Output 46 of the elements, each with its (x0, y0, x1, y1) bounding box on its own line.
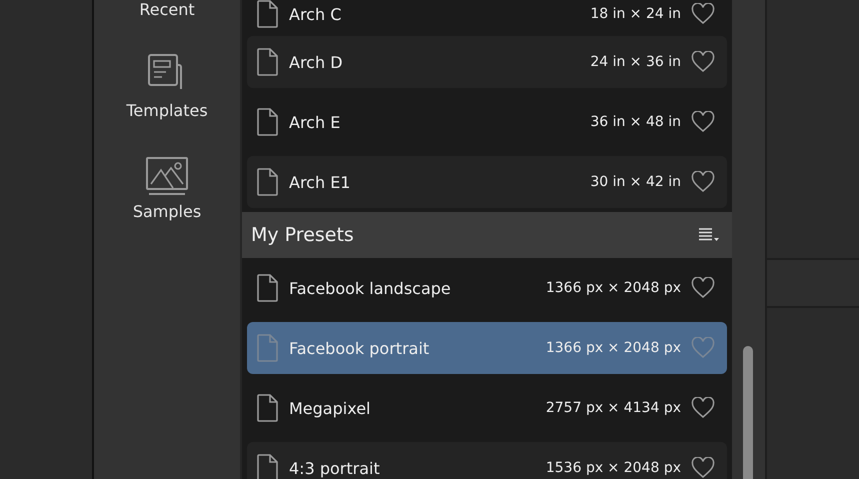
sidebar-item[interactable]: Templates (122, 53, 212, 120)
preset-row[interactable]: Arch C 18 in × 24 in (247, 0, 727, 28)
preset-row[interactable]: Facebook portrait 1366 px × 2048 px (247, 322, 727, 374)
preset-size: 1366 px × 2048 px (546, 280, 681, 296)
heart-icon[interactable] (691, 277, 715, 299)
heart-icon[interactable] (691, 111, 715, 133)
document-icon (257, 394, 279, 422)
preset-row[interactable]: Megapixel 2757 px × 4134 px (247, 382, 727, 434)
document-icon (257, 0, 279, 28)
preset-name: Facebook landscape (289, 278, 452, 298)
document-icon (257, 108, 279, 136)
heart-icon[interactable] (691, 51, 715, 73)
section-title: My Presets (251, 224, 354, 246)
document-icon (257, 168, 279, 196)
heart-icon[interactable] (691, 171, 715, 193)
preset-size: 18 in × 24 in (590, 6, 681, 22)
sidebar-item[interactable]: Samples (128, 156, 206, 221)
preset-size: 36 in × 48 in (590, 114, 681, 130)
preset-name: Arch D (289, 52, 344, 72)
preset-size: 1366 px × 2048 px (546, 340, 681, 356)
preset-name: 4:3 portrait (289, 458, 381, 478)
preset-size: 24 in × 36 in (590, 54, 681, 70)
image-icon (144, 156, 189, 196)
document-icon (257, 334, 279, 362)
preset-row[interactable]: Facebook landscape 1366 px × 2048 px (247, 262, 727, 314)
sidebar-item[interactable]: Recent (135, 0, 199, 19)
preset-row[interactable]: 4:3 portrait 1536 px × 2048 px (247, 442, 727, 479)
preset-name: Facebook portrait (289, 338, 430, 358)
preset-row[interactable]: Arch D 24 in × 36 in (247, 36, 727, 88)
heart-icon[interactable] (691, 3, 715, 25)
heart-icon[interactable] (691, 457, 715, 479)
preset-name: Megapixel (289, 398, 372, 418)
preset-row[interactable]: Arch E1 30 in × 42 in (247, 156, 727, 208)
document-icon (257, 48, 279, 76)
preset-row[interactable]: Arch E 36 in × 48 in (247, 96, 727, 148)
document-icon (257, 454, 279, 479)
heart-icon[interactable] (691, 397, 715, 419)
preset-size: 1536 px × 2048 px (546, 460, 681, 476)
preset-name: Arch E1 (289, 172, 352, 192)
preset-name: Arch E (289, 112, 342, 132)
document-icon (257, 274, 279, 302)
preset-name: Arch C (289, 4, 342, 24)
preset-size: 30 in × 42 in (590, 174, 681, 190)
scrollbar-thumb[interactable] (743, 346, 753, 479)
sort-icon[interactable] (698, 227, 720, 243)
preset-size: 2757 px × 4134 px (546, 400, 681, 416)
